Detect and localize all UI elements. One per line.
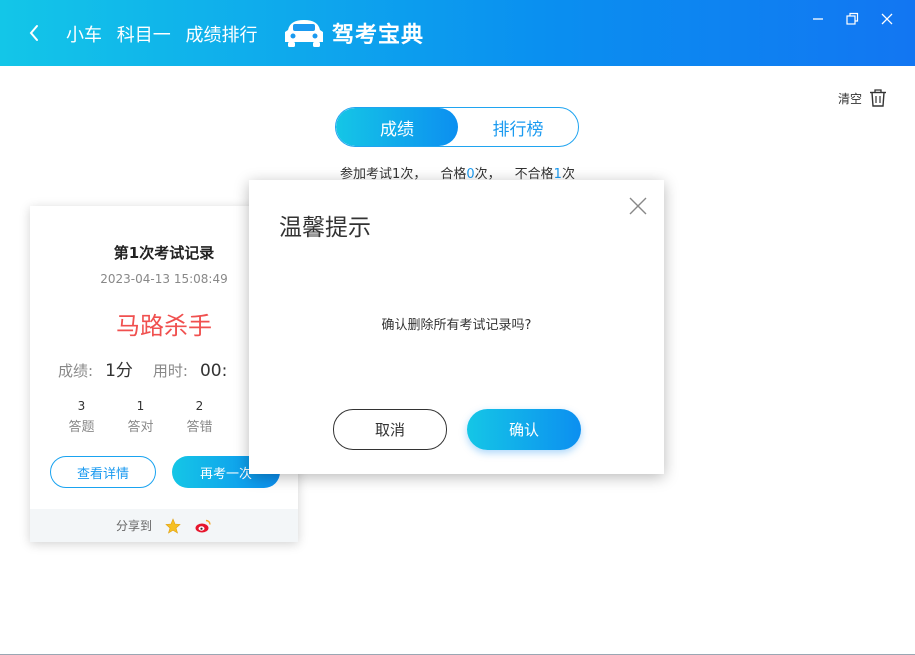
stat-num: 2: [195, 399, 204, 413]
trash-icon: [870, 89, 886, 107]
time-label: 用时:: [152, 362, 188, 380]
stat-label: 答错: [186, 420, 213, 435]
stat-correct: 1 答对: [111, 399, 170, 435]
app-name: 驾考宝典: [332, 23, 425, 48]
time-value: 00:: [199, 361, 228, 381]
breadcrumb-subject[interactable]: 科目一: [117, 25, 171, 46]
app-logo: 驾考宝典: [282, 14, 424, 52]
dialog-title: 温馨提示: [279, 215, 371, 241]
share-label: 分享到: [115, 519, 152, 533]
score-value: 1分: [105, 361, 133, 381]
car-logo-icon: [285, 20, 323, 47]
score-row: 成绩: 1分 用时: 00:: [58, 356, 247, 381]
stat-answered: 3 答题: [52, 399, 111, 435]
qq-zone-icon[interactable]: [164, 517, 182, 535]
dialog-close-icon[interactable]: [626, 194, 650, 218]
back-icon[interactable]: [24, 20, 46, 46]
title-bar: 小车 科目一 成绩排行 驾考宝典: [0, 0, 915, 66]
dialog-message: 确认删除所有考试记录吗?: [381, 318, 532, 333]
weibo-icon[interactable]: [194, 517, 212, 535]
stat-label: 答题: [68, 420, 95, 435]
stat-label: 答对: [127, 420, 154, 435]
score-tabs: 成绩 排行榜: [335, 107, 579, 147]
share-bar: 分享到: [30, 509, 298, 542]
minimize-icon[interactable]: [807, 8, 829, 30]
clear-button[interactable]: 清空: [838, 88, 888, 108]
stat-num: 1: [136, 399, 145, 413]
breadcrumb-ranking: 成绩排行: [185, 25, 258, 46]
tab-scores[interactable]: 成绩: [336, 108, 458, 146]
breadcrumb-vehicle[interactable]: 小车: [66, 25, 102, 46]
view-details-button[interactable]: 查看详情: [50, 456, 156, 488]
cancel-button[interactable]: 取消: [333, 409, 447, 450]
confirm-button[interactable]: 确认: [467, 409, 581, 450]
close-icon[interactable]: [876, 8, 898, 30]
tab-leaderboard[interactable]: 排行榜: [458, 108, 578, 146]
restore-icon[interactable]: [841, 8, 863, 30]
score-label: 成绩:: [58, 362, 94, 380]
stat-num: 3: [77, 399, 86, 413]
confirm-dialog: 温馨提示 确认删除所有考试记录吗? 取消 确认: [249, 180, 664, 474]
stat-wrong: 2 答错: [170, 399, 229, 435]
breadcrumb: 小车 科目一 成绩排行: [66, 21, 266, 47]
clear-label: 清空: [837, 91, 862, 106]
